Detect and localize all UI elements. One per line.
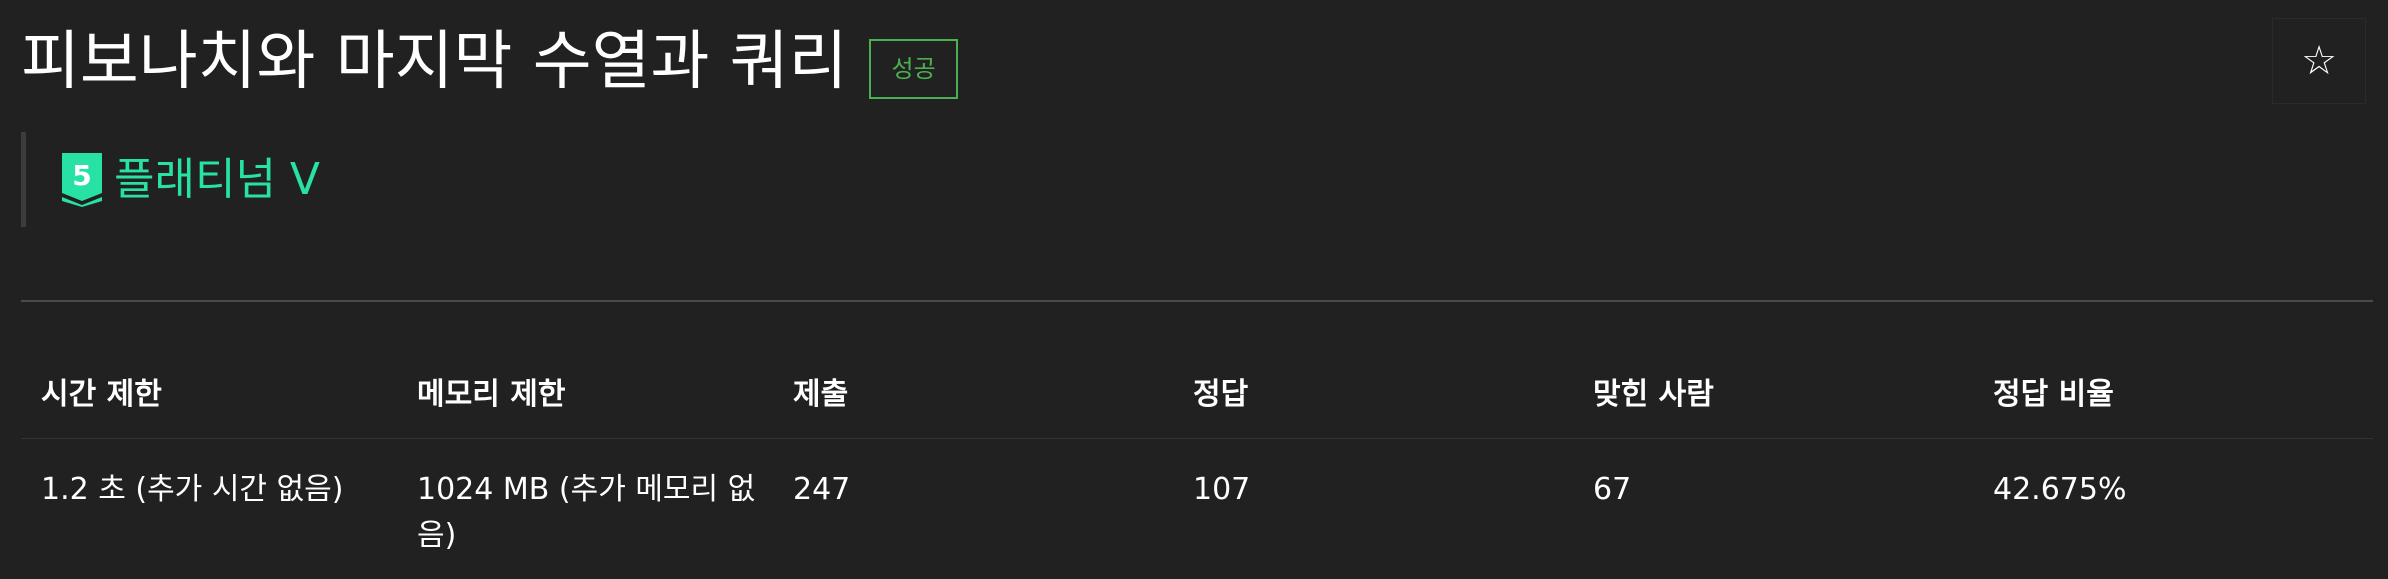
tier-block: 5 플래티넘 V bbox=[21, 132, 320, 227]
table-header-row: 시간 제한 메모리 제한 제출 정답 맞힌 사람 정답 비율 bbox=[21, 352, 2373, 439]
tier-icon: 5 bbox=[62, 152, 102, 207]
header-time-limit: 시간 제한 bbox=[41, 377, 162, 412]
title-row: 피보나치와 마지막 수열과 쿼리 성공 bbox=[21, 22, 958, 102]
value-solved-users: 67 bbox=[1593, 472, 1632, 507]
section-divider bbox=[21, 300, 2373, 302]
header-accept-ratio: 정답 비율 bbox=[1993, 377, 2114, 412]
header-solved-users: 맞힌 사람 bbox=[1593, 377, 1714, 412]
header-submissions: 제출 bbox=[793, 377, 849, 412]
table-row: 1.2 초 (추가 시간 없음) 1024 MB (추가 메모리 없음) 247… bbox=[21, 439, 2373, 579]
value-accept-ratio: 42.675% bbox=[1993, 472, 2127, 507]
tier-number: 5 bbox=[72, 159, 91, 192]
favorite-star-button[interactable]: ☆ bbox=[2272, 18, 2366, 104]
problem-title: 피보나치와 마지막 수열과 쿼리 bbox=[21, 25, 848, 99]
value-memory-limit: 1024 MB (추가 메모리 없음) bbox=[417, 472, 756, 553]
header-memory-limit: 메모리 제한 bbox=[417, 377, 566, 412]
problem-page: 피보나치와 마지막 수열과 쿼리 성공 ☆ 5 플래티넘 V 시간 제한 메모리… bbox=[0, 0, 2388, 578]
value-submissions: 247 bbox=[793, 472, 851, 507]
problem-info-table: 시간 제한 메모리 제한 제출 정답 맞힌 사람 정답 비율 1.2 초 (추가… bbox=[21, 352, 2373, 579]
star-icon: ☆ bbox=[2301, 38, 2337, 84]
tier-name: 플래티넘 V bbox=[114, 153, 321, 205]
status-badge: 성공 bbox=[869, 39, 958, 99]
value-time-limit: 1.2 초 (추가 시간 없음) bbox=[41, 472, 344, 507]
value-accepted: 107 bbox=[1193, 472, 1251, 507]
header-accepted: 정답 bbox=[1193, 377, 1249, 412]
